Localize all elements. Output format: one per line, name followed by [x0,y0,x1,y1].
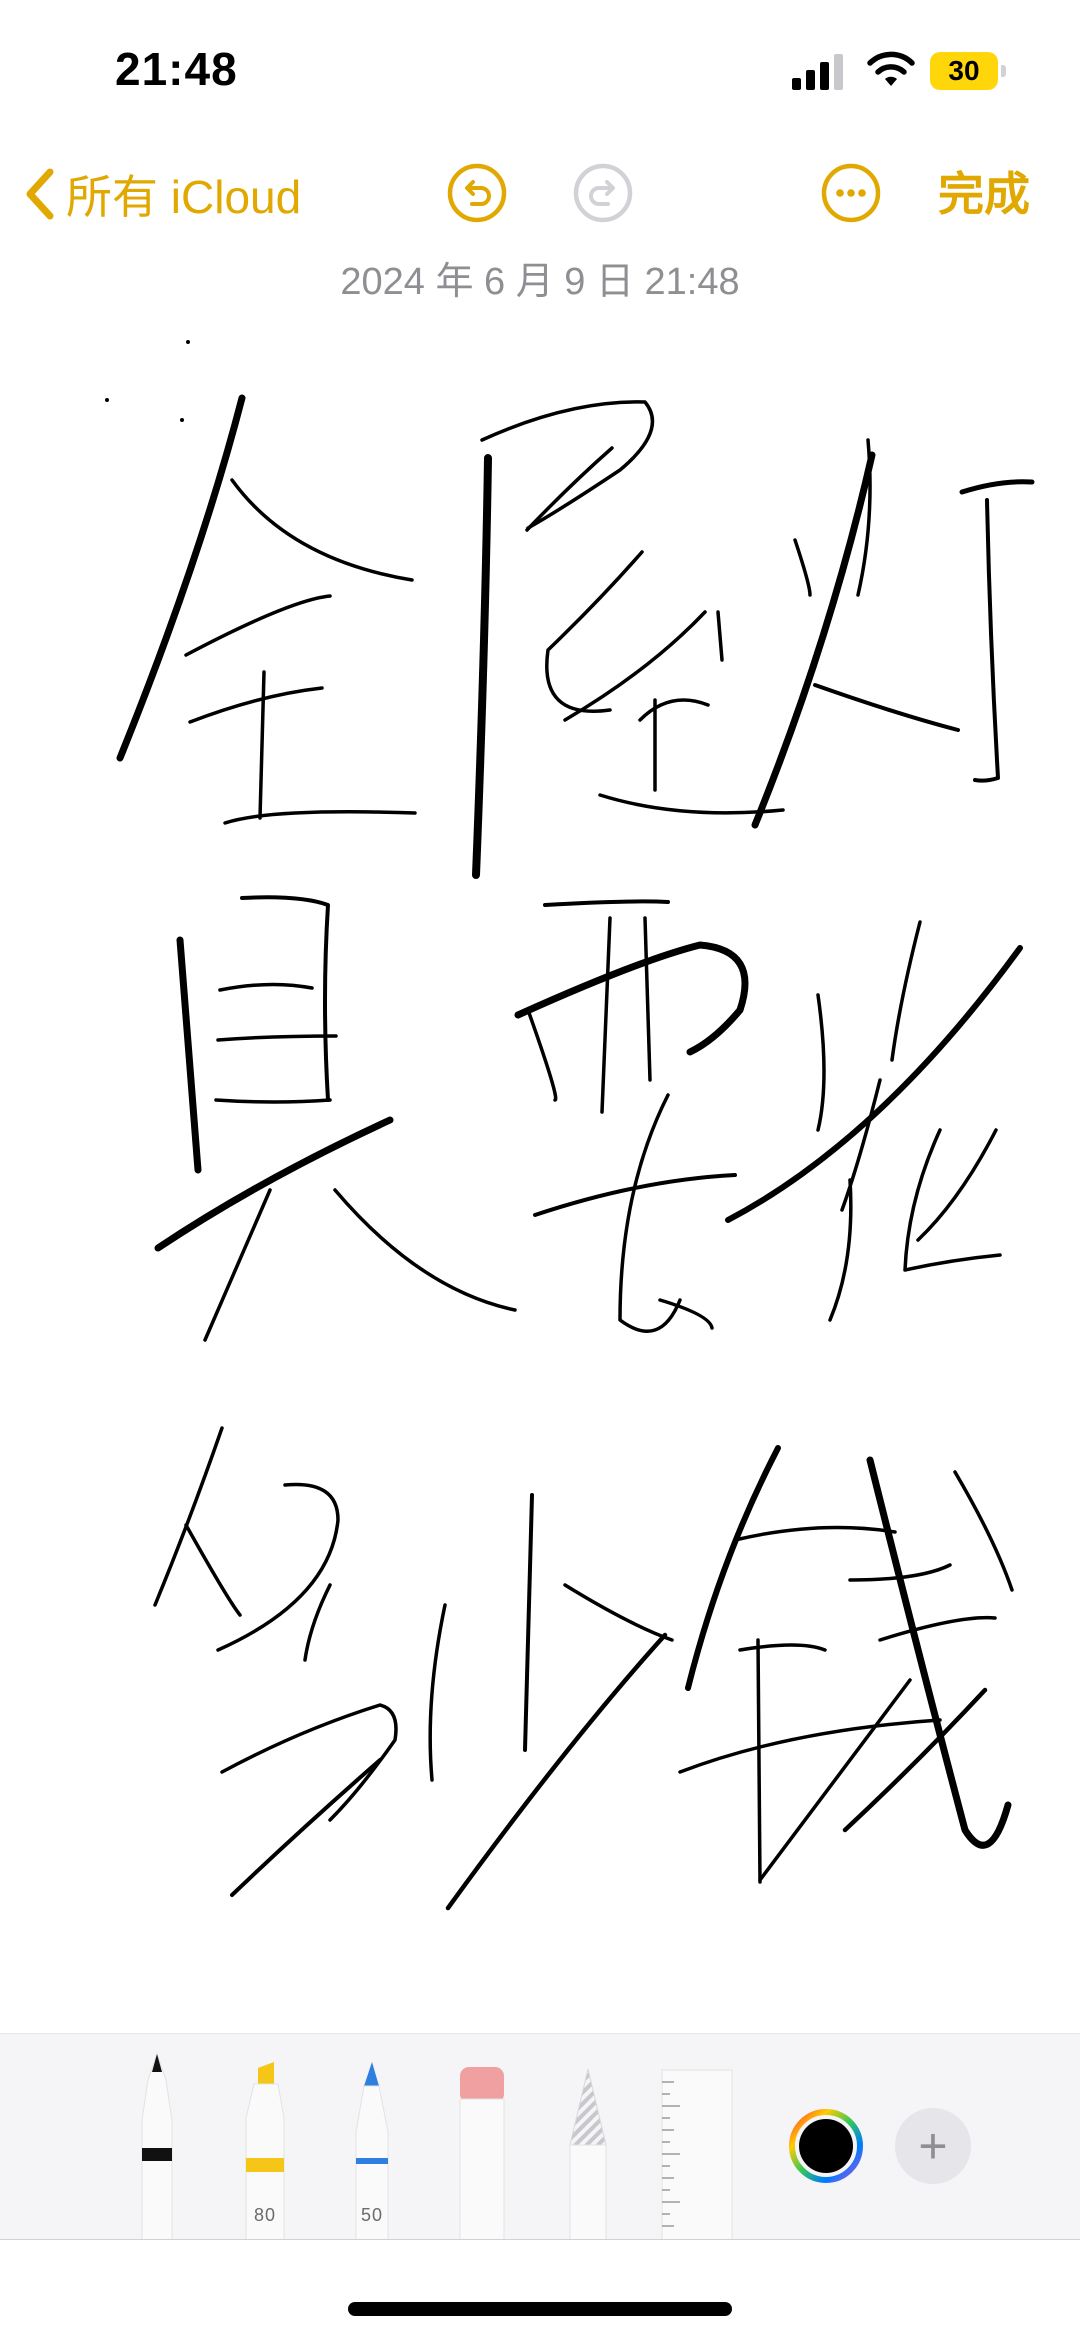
done-button[interactable]: 完成 [938,164,1030,224]
pen-tool[interactable] [132,2050,182,2241]
marker-tool[interactable]: 80 [238,2060,292,2241]
battery-tip [1001,65,1006,77]
battery-icon: 30 [930,52,1010,92]
nav-bar: 所有 iCloud 完成 [0,140,1080,260]
ruler-tool-icon [661,2069,733,2241]
status-time: 21:48 [115,43,238,95]
add-tool-button[interactable]: + [895,2108,971,2184]
color-picker-icon[interactable] [788,2108,864,2184]
drawing-canvas[interactable] [0,300,1080,2000]
home-indicator[interactable] [348,2302,732,2316]
battery-level: 30 [930,52,998,90]
chevron-left-icon [26,168,54,220]
pen-tool-icon [141,2052,173,2241]
more-icon[interactable] [820,162,882,224]
back-button[interactable]: 所有 iCloud [22,164,301,224]
marker-size: 80 [253,2205,277,2225]
handwriting-strokes [105,340,1035,1911]
redo-icon[interactable] [572,162,634,224]
wifi-icon [867,51,915,86]
status-bar: 21:48 30 [0,0,1080,140]
back-label: 所有 iCloud [66,171,302,223]
undo-icon[interactable] [446,162,508,224]
drawing-toolbar: 80 50 + [0,2033,1080,2241]
pencil-size: 50 [360,2205,384,2225]
ruler-tool[interactable] [660,2068,734,2241]
lasso-tool[interactable] [562,2065,614,2241]
note-date: 2024 年 6 月 9 日 21:48 [340,261,740,303]
lasso-tool-icon [569,2068,607,2241]
eraser-tool-icon [459,2067,505,2241]
cellular-signal-icon [792,54,843,90]
pencil-tool[interactable]: 50 [346,2060,398,2241]
eraser-tool[interactable] [456,2065,508,2241]
bottom-safe-area [0,2239,1080,2338]
